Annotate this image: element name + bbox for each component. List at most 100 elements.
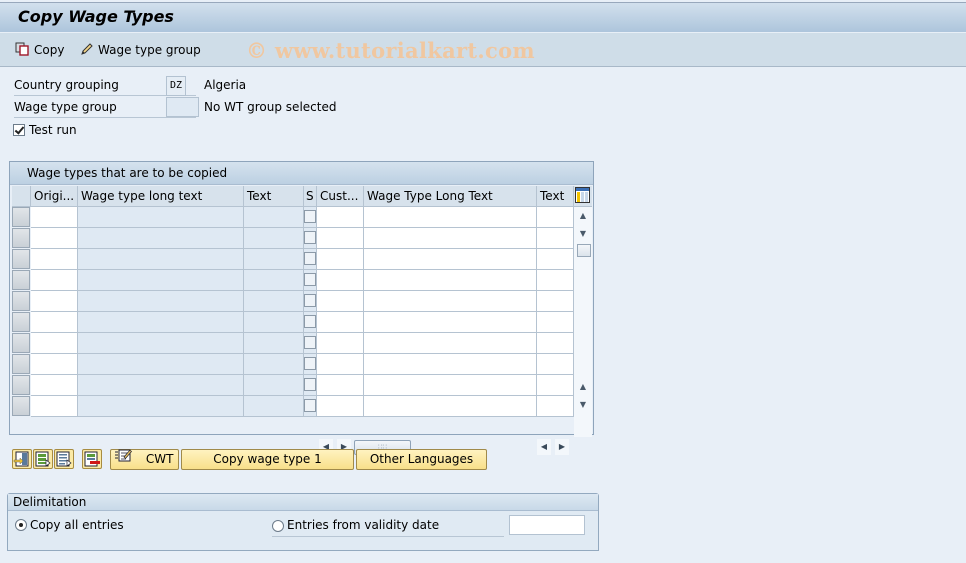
cell-wage-type-long-text[interactable] — [78, 312, 244, 333]
cell-original[interactable] — [31, 333, 78, 354]
cell-text-2[interactable] — [537, 291, 574, 312]
cell-customer[interactable] — [317, 291, 364, 312]
cell-customer[interactable] — [317, 207, 364, 228]
cell-wage-type-long-text-2[interactable] — [364, 228, 537, 249]
vertical-scrollbar[interactable]: ▲ ▼ ▲ ▼ — [574, 207, 592, 437]
cell-text[interactable] — [244, 312, 304, 333]
cell-s[interactable] — [304, 354, 317, 375]
cell-original[interactable] — [31, 312, 78, 333]
scroll-right-end-icon[interactable]: ▶ — [555, 439, 569, 455]
cell-wage-type-long-text-2[interactable] — [364, 312, 537, 333]
test-run-checkbox[interactable] — [13, 124, 25, 136]
cell-original[interactable] — [31, 270, 78, 291]
cell-original[interactable] — [31, 291, 78, 312]
cell-s[interactable] — [304, 228, 317, 249]
deselect-block-button[interactable] — [54, 449, 74, 469]
entries-from-validity-date-radio[interactable] — [272, 520, 284, 532]
cell-original[interactable] — [31, 207, 78, 228]
cell-wage-type-long-text-2[interactable] — [364, 375, 537, 396]
cell-wage-type-long-text-2[interactable] — [364, 207, 537, 228]
cell-text[interactable] — [244, 354, 304, 375]
cell-wage-type-long-text[interactable] — [78, 396, 244, 417]
row-checkbox[interactable] — [304, 210, 316, 223]
row-selector[interactable] — [12, 291, 30, 311]
cell-text-2[interactable] — [537, 207, 574, 228]
cell-text-2[interactable] — [537, 249, 574, 270]
cell-text[interactable] — [244, 207, 304, 228]
copy-all-entries-radio[interactable] — [15, 519, 27, 531]
page-up-icon[interactable]: ▲ — [577, 381, 589, 393]
column-header-text[interactable]: Text — [244, 186, 304, 207]
column-header-customer[interactable]: Cust... — [317, 186, 364, 207]
select-block-button[interactable] — [33, 449, 53, 469]
cell-s[interactable] — [304, 207, 317, 228]
cell-wage-type-long-text[interactable] — [78, 354, 244, 375]
cell-original[interactable] — [31, 375, 78, 396]
cell-wage-type-long-text-2[interactable] — [364, 396, 537, 417]
cell-original[interactable] — [31, 354, 78, 375]
validity-date-field[interactable] — [509, 515, 585, 535]
cell-wage-type-long-text[interactable] — [78, 291, 244, 312]
cell-customer[interactable] — [317, 228, 364, 249]
page-down-icon[interactable]: ▼ — [577, 399, 589, 411]
cell-customer[interactable] — [317, 270, 364, 291]
cell-text[interactable] — [244, 396, 304, 417]
cell-text[interactable] — [244, 249, 304, 270]
cell-wage-type-long-text-2[interactable] — [364, 354, 537, 375]
cell-original[interactable] — [31, 249, 78, 270]
cell-customer[interactable] — [317, 354, 364, 375]
cell-wage-type-long-text-2[interactable] — [364, 270, 537, 291]
cell-s[interactable] — [304, 291, 317, 312]
column-header-wage-type-long-text-2[interactable]: Wage Type Long Text — [364, 186, 537, 207]
row-checkbox[interactable] — [304, 378, 316, 391]
cell-wage-type-long-text[interactable] — [78, 333, 244, 354]
column-header-text-2[interactable]: Text — [537, 186, 574, 207]
row-checkbox[interactable] — [304, 315, 316, 328]
cell-s[interactable] — [304, 312, 317, 333]
cell-s[interactable] — [304, 333, 317, 354]
row-selector[interactable] — [12, 249, 30, 269]
cell-original[interactable] — [31, 396, 78, 417]
cell-wage-type-long-text[interactable] — [78, 207, 244, 228]
cell-s[interactable] — [304, 270, 317, 291]
cell-wage-type-long-text[interactable] — [78, 270, 244, 291]
cell-text-2[interactable] — [537, 354, 574, 375]
cell-text[interactable] — [244, 270, 304, 291]
cell-s[interactable] — [304, 249, 317, 270]
cell-wage-type-long-text-2[interactable] — [364, 291, 537, 312]
copy-button[interactable]: Copy — [15, 41, 64, 59]
deselect-all-button[interactable] — [82, 449, 102, 469]
cwt-button[interactable]: CWT — [110, 448, 179, 470]
cell-s[interactable] — [304, 396, 317, 417]
cell-s[interactable] — [304, 375, 317, 396]
copy-all-entries-option[interactable]: Copy all entries — [15, 518, 124, 532]
scroll-down-icon[interactable]: ▼ — [577, 228, 589, 240]
row-selector[interactable] — [12, 207, 30, 227]
column-header-s[interactable]: S — [304, 186, 317, 207]
vertical-scroll-thumb[interactable] — [577, 244, 591, 257]
cell-text-2[interactable] — [537, 375, 574, 396]
row-selector[interactable] — [12, 228, 30, 248]
table-settings-button[interactable] — [574, 186, 592, 207]
cell-text-2[interactable] — [537, 270, 574, 291]
test-run-option[interactable]: Test run — [13, 120, 77, 140]
cell-customer[interactable] — [317, 249, 364, 270]
cell-text[interactable] — [244, 228, 304, 249]
scroll-up-icon[interactable]: ▲ — [577, 210, 589, 222]
select-all-button[interactable] — [12, 449, 32, 469]
column-header-wage-type-long-text[interactable]: Wage type long text — [78, 186, 244, 207]
cell-wage-type-long-text-2[interactable] — [364, 249, 537, 270]
cell-text-2[interactable] — [537, 333, 574, 354]
row-selector[interactable] — [12, 375, 30, 395]
select-all-rows-header[interactable] — [12, 186, 31, 207]
cell-text-2[interactable] — [537, 396, 574, 417]
cell-customer[interactable] — [317, 375, 364, 396]
row-selector[interactable] — [12, 354, 30, 374]
row-checkbox[interactable] — [304, 294, 316, 307]
column-header-original[interactable]: Origi... — [31, 186, 78, 207]
cell-customer[interactable] — [317, 333, 364, 354]
row-selector[interactable] — [12, 270, 30, 290]
cell-customer[interactable] — [317, 396, 364, 417]
wage-type-group-field[interactable] — [166, 97, 199, 117]
country-grouping-field[interactable]: DZ — [166, 76, 186, 96]
